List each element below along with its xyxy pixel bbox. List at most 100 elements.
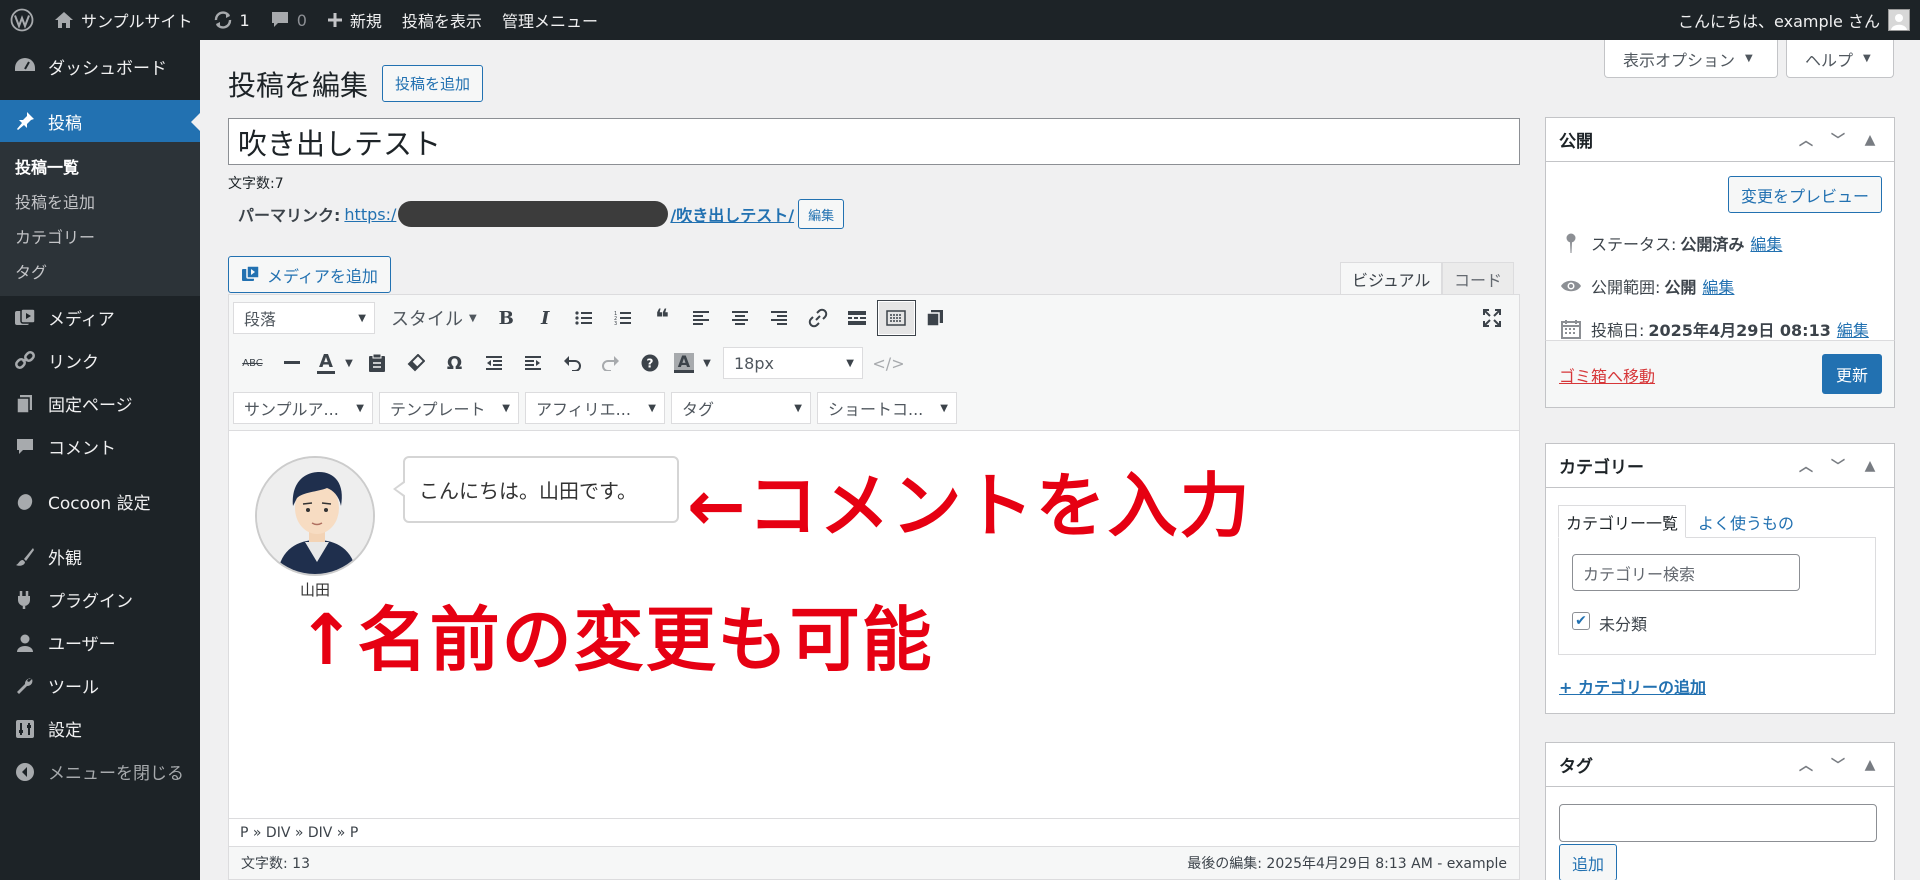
collapse-triangle-icon[interactable]: ▲	[1854, 458, 1886, 474]
italic-icon[interactable]: I	[526, 300, 565, 336]
permalink-slug[interactable]: /吹き出しテスト/	[670, 202, 794, 226]
post-title-input[interactable]: 吹き出しテスト	[228, 118, 1520, 165]
bullet-list-icon[interactable]	[565, 300, 604, 336]
caret-down-icon[interactable]: ▼	[699, 358, 715, 369]
sidebar-item-label: 外観	[48, 549, 82, 569]
caret-down-icon[interactable]: ▼	[341, 358, 357, 369]
horizontal-line-icon[interactable]	[272, 345, 311, 381]
editor-content-area[interactable]: 山田 こんにちは。山田です。 ←コメントを入力 ↑名前の変更も可能	[229, 432, 1519, 818]
style-dropdown[interactable]: スタイル ▼	[381, 300, 487, 336]
sample-select[interactable]: サンプルア... ▼	[233, 392, 373, 424]
indent-icon[interactable]	[513, 345, 552, 381]
tag-select[interactable]: タグ ▼	[671, 392, 811, 424]
category-checkbox-uncategorized[interactable]: ✔	[1572, 612, 1590, 630]
special-character-icon[interactable]: Ω	[435, 345, 474, 381]
screen-options-button[interactable]: 表示オプション ▼	[1604, 40, 1778, 78]
chevron-up-icon[interactable]: ︿	[1790, 755, 1822, 775]
new-content-link[interactable]: 新規	[317, 0, 392, 40]
help-button[interactable]: ヘルプ ▼	[1786, 40, 1894, 78]
redo-icon[interactable]	[591, 345, 630, 381]
outdent-icon[interactable]	[474, 345, 513, 381]
add-tag-button[interactable]: 追加	[1559, 844, 1618, 880]
sidebar-item-posts[interactable]: 投稿	[0, 100, 200, 142]
align-center-icon[interactable]	[721, 300, 760, 336]
insert-link-icon[interactable]	[799, 300, 838, 336]
add-media-button[interactable]: メディアを追加	[228, 256, 391, 293]
date-edit-link[interactable]: 編集	[1837, 317, 1869, 341]
template-select[interactable]: テンプレート ▼	[379, 392, 519, 424]
copy-blocks-icon[interactable]	[916, 300, 955, 336]
sidebar-item-dashboard[interactable]: ダッシュボード	[0, 44, 200, 88]
collapse-icon	[12, 762, 38, 782]
clear-format-icon[interactable]	[396, 345, 435, 381]
blockquote-icon[interactable]: ❝	[643, 300, 682, 336]
collapse-menu-button[interactable]: メニューを閉じる	[0, 750, 200, 793]
tab-popular-categories[interactable]: よく使うもの	[1691, 505, 1801, 538]
submenu-categories[interactable]: カテゴリー	[0, 220, 200, 255]
submenu-add-post[interactable]: 投稿を追加	[0, 185, 200, 220]
sidebar-item-tools[interactable]: ツール	[0, 664, 200, 707]
sidebar-item-comments[interactable]: コメント	[0, 425, 200, 468]
align-left-icon[interactable]	[682, 300, 721, 336]
affiliate-select[interactable]: アフィリエ... ▼	[525, 392, 665, 424]
comments-link[interactable]: 0	[260, 0, 317, 40]
help-icon[interactable]: ?	[630, 345, 669, 381]
toolbar-toggle-icon[interactable]	[876, 300, 916, 336]
sidebar-item-links[interactable]: リンク	[0, 339, 200, 382]
sidebar-item-users[interactable]: ユーザー	[0, 621, 200, 664]
status-edit-link[interactable]: 編集	[1750, 231, 1782, 255]
sidebar-item-appearance[interactable]: 外観	[0, 535, 200, 578]
chevron-down-icon[interactable]: ﹀	[1822, 755, 1854, 775]
update-button[interactable]: 更新	[1821, 354, 1882, 394]
tab-code[interactable]: コード	[1442, 262, 1515, 295]
sidebar-item-settings[interactable]: 設定	[0, 707, 200, 750]
font-size-select[interactable]: 18px ▼	[723, 347, 863, 379]
fullscreen-icon[interactable]	[1472, 300, 1511, 336]
my-account-link[interactable]: こんにちは、example さん	[1668, 0, 1920, 40]
updates-link[interactable]: 1	[203, 0, 260, 40]
tab-all-categories[interactable]: カテゴリー一覧	[1558, 505, 1687, 538]
collapse-triangle-icon[interactable]: ▲	[1854, 132, 1886, 148]
format-select[interactable]: 段落 ▼	[233, 302, 375, 334]
move-to-trash-link[interactable]: ゴミ箱へ移動	[1559, 363, 1655, 387]
text-color-icon[interactable]: A	[311, 345, 341, 381]
collapse-triangle-icon[interactable]: ▲	[1854, 757, 1886, 773]
tab-visual[interactable]: ビジュアル	[1340, 262, 1443, 295]
code-tag-icon[interactable]: </>	[869, 345, 908, 381]
wrench-icon	[12, 676, 38, 696]
bold-icon[interactable]: B	[487, 300, 526, 336]
read-more-icon[interactable]	[838, 300, 877, 336]
sidebar-item-cocoon[interactable]: Cocoon 設定	[0, 480, 200, 523]
site-name-link[interactable]: サンプルサイト	[44, 0, 203, 40]
new-tag-input[interactable]	[1559, 804, 1877, 842]
paste-text-icon[interactable]	[357, 345, 396, 381]
submenu-all-posts[interactable]: 投稿一覧	[0, 150, 200, 185]
preview-changes-button[interactable]: 変更をプレビュー	[1727, 176, 1882, 213]
posts-submenu: 投稿一覧 投稿を追加 カテゴリー タグ	[0, 142, 200, 296]
align-right-icon[interactable]	[760, 300, 799, 336]
sidebar-item-plugins[interactable]: プラグイン	[0, 578, 200, 621]
sidebar-item-pages[interactable]: 固定ページ	[0, 382, 200, 425]
view-post-link[interactable]: 投稿を表示	[392, 0, 492, 40]
submenu-tags[interactable]: タグ	[0, 255, 200, 290]
category-label-uncategorized: 未分類	[1599, 615, 1648, 634]
sidebar-item-media[interactable]: メディア	[0, 296, 200, 339]
add-new-category-link[interactable]: + カテゴリーの追加	[1559, 674, 1706, 698]
chevron-up-icon[interactable]: ︿	[1790, 130, 1822, 150]
background-color-icon[interactable]: A	[669, 345, 699, 381]
chevron-down-icon[interactable]: ﹀	[1822, 130, 1854, 150]
category-search-input[interactable]: カテゴリー検索	[1572, 554, 1800, 591]
wordpress-logo[interactable]	[0, 0, 44, 40]
undo-icon[interactable]	[552, 345, 591, 381]
permalink-edit-button[interactable]: 編集	[798, 199, 845, 229]
chevron-up-icon[interactable]: ︿	[1790, 456, 1822, 476]
chevron-down-icon[interactable]: ﹀	[1822, 456, 1854, 476]
permalink-url-prefix[interactable]: https:/	[344, 205, 396, 224]
publish-box-title: 公開	[1559, 132, 1593, 152]
add-new-post-button[interactable]: 投稿を追加	[382, 65, 484, 102]
admin-menu-link[interactable]: 管理メニュー	[492, 0, 608, 40]
visibility-edit-link[interactable]: 編集	[1702, 274, 1734, 298]
shortcode-select[interactable]: ショートコ... ▼	[817, 392, 957, 424]
strikethrough-icon[interactable]: ABC	[233, 345, 272, 381]
numbered-list-icon[interactable]: 123	[604, 300, 643, 336]
